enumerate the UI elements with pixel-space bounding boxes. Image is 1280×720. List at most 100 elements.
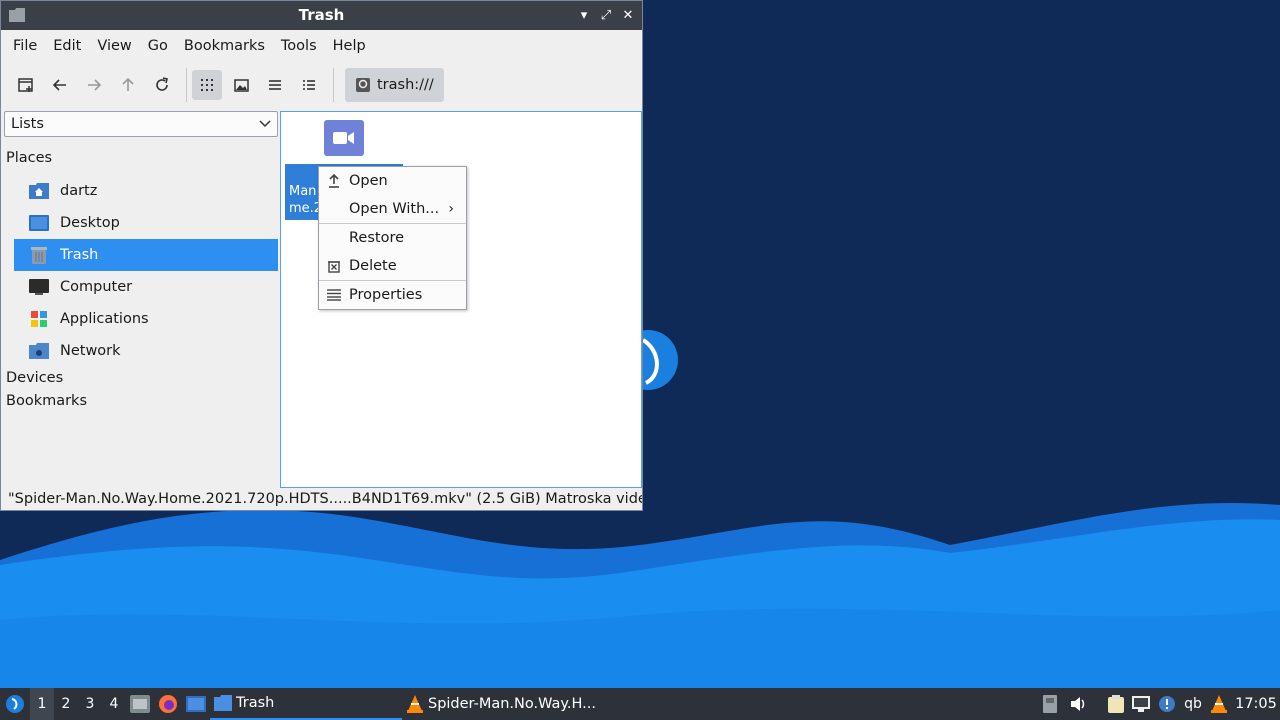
close-button[interactable]: ✕ bbox=[620, 5, 636, 25]
icon-view-icon bbox=[201, 79, 213, 91]
sidebar-item-label: Network bbox=[60, 343, 121, 359]
reload-icon bbox=[156, 77, 168, 91]
tray-item[interactable] bbox=[1064, 688, 1094, 720]
lubuntu-logo-icon bbox=[6, 695, 24, 713]
sidebar-item-computer[interactable]: Computer bbox=[14, 271, 278, 303]
devices-header[interactable]: Devices bbox=[4, 367, 278, 390]
tray-item[interactable] bbox=[1154, 688, 1180, 720]
workspace-1[interactable]: 1 bbox=[30, 688, 54, 720]
detailed-list-view-icon bbox=[303, 80, 315, 90]
detailed-list-view-button[interactable] bbox=[294, 70, 324, 100]
menu-help[interactable]: Help bbox=[325, 38, 374, 54]
thumbnail-view-button[interactable] bbox=[226, 70, 256, 100]
status-bar: "Spider-Man.No.Way.Home.2021.720p.HDTS..… bbox=[8, 491, 642, 507]
network-icon bbox=[29, 343, 49, 359]
chevron-down-icon bbox=[259, 120, 271, 128]
delete-icon bbox=[328, 260, 340, 273]
tray-qbittorrent[interactable]: qb bbox=[1180, 688, 1206, 720]
menu-item-restore[interactable]: Restore bbox=[319, 224, 466, 252]
menu-item-label: Open With... bbox=[349, 201, 440, 217]
forward-button[interactable] bbox=[79, 70, 109, 100]
window-titlebar[interactable]: Trash ▾ ⤢ ✕ bbox=[1, 1, 642, 30]
bookmarks-header[interactable]: Bookmarks bbox=[4, 390, 278, 413]
path-bar-button[interactable]: trash:/// bbox=[345, 68, 444, 102]
menu-item-open-with[interactable]: Open With... › bbox=[319, 195, 466, 223]
forward-arrow-icon bbox=[88, 79, 101, 91]
search-icon bbox=[356, 78, 370, 92]
clipboard-icon bbox=[1108, 695, 1124, 713]
back-arrow-icon bbox=[53, 79, 66, 91]
icon-view-button[interactable] bbox=[192, 70, 222, 100]
system-tray: qb 17:05 bbox=[1036, 688, 1280, 720]
places-header[interactable]: Places bbox=[4, 147, 278, 170]
task-label: Trash bbox=[236, 695, 275, 711]
trash-icon bbox=[31, 247, 47, 264]
menu-view[interactable]: View bbox=[89, 38, 139, 54]
task-trash[interactable]: Trash bbox=[210, 688, 402, 720]
video-file-icon bbox=[324, 120, 364, 156]
applications-icon bbox=[31, 311, 47, 327]
sidebar-item-desktop[interactable]: Desktop bbox=[14, 207, 278, 239]
tray-item[interactable] bbox=[1036, 688, 1064, 720]
computer-icon bbox=[29, 279, 49, 295]
sidebar-item-label: Computer bbox=[60, 279, 133, 295]
start-menu-button[interactable] bbox=[0, 688, 30, 720]
sidebar: Lists Places dartz Desktop Trash Compute… bbox=[4, 111, 278, 413]
menu-item-properties[interactable]: Properties bbox=[319, 281, 466, 309]
taskbar: 1 2 3 4 Trash Spider-Man.No.Way.H... qb … bbox=[0, 688, 1280, 720]
quicklaunch-show-desktop[interactable] bbox=[182, 688, 210, 720]
menu-edit[interactable]: Edit bbox=[45, 38, 89, 54]
sidebar-item-label: Trash bbox=[60, 247, 99, 263]
new-tab-icon bbox=[18, 78, 33, 92]
toolbar-separator bbox=[333, 68, 334, 102]
open-icon bbox=[329, 174, 339, 188]
tray-item[interactable] bbox=[1206, 688, 1232, 720]
sidebar-item-network[interactable]: Network bbox=[14, 335, 278, 367]
workspace-2[interactable]: 2 bbox=[54, 688, 78, 720]
thumbnail-view-icon bbox=[233, 78, 249, 92]
tray-item[interactable] bbox=[1104, 688, 1128, 720]
desktop-icon bbox=[29, 215, 49, 231]
clock[interactable]: 17:05 bbox=[1232, 688, 1280, 720]
quicklaunch-file-manager[interactable] bbox=[126, 688, 154, 720]
sidebar-item-applications[interactable]: Applications bbox=[14, 303, 278, 335]
minimize-button[interactable]: ▾ bbox=[576, 5, 592, 25]
task-label: Spider-Man.No.Way.H... bbox=[428, 696, 596, 712]
menu-file[interactable]: File bbox=[5, 38, 45, 54]
sidebar-mode-value: Lists bbox=[11, 116, 44, 132]
compact-view-icon bbox=[269, 80, 281, 90]
menu-item-open[interactable]: Open bbox=[319, 167, 466, 195]
up-arrow-icon bbox=[122, 78, 134, 91]
sidebar-item-dartz[interactable]: dartz bbox=[14, 175, 278, 207]
menu-item-delete[interactable]: Delete bbox=[319, 252, 466, 280]
compact-view-button[interactable] bbox=[260, 70, 290, 100]
firefox-icon bbox=[159, 695, 177, 713]
menu-tools[interactable]: Tools bbox=[273, 38, 325, 54]
up-button[interactable] bbox=[113, 70, 143, 100]
menu-go[interactable]: Go bbox=[140, 38, 176, 54]
file-manager-icon bbox=[130, 695, 150, 713]
maximize-button[interactable]: ⤢ bbox=[598, 5, 614, 25]
menu-item-label: Delete bbox=[349, 258, 397, 274]
sidebar-item-label: dartz bbox=[60, 183, 98, 199]
vlc-icon bbox=[407, 695, 423, 713]
tray-spacer bbox=[1094, 688, 1104, 720]
workspace-4[interactable]: 4 bbox=[102, 688, 126, 720]
folder-icon bbox=[214, 695, 232, 711]
new-tab-button[interactable] bbox=[11, 70, 41, 100]
back-button[interactable] bbox=[45, 70, 75, 100]
reload-button[interactable] bbox=[147, 70, 177, 100]
toolbar-separator bbox=[186, 68, 187, 102]
quicklaunch-firefox[interactable] bbox=[154, 688, 182, 720]
sidebar-mode-select[interactable]: Lists bbox=[4, 111, 278, 137]
update-notifier-icon bbox=[1159, 696, 1175, 712]
menu-item-label: Open bbox=[349, 173, 388, 189]
context-menu: Open Open With... › Restore Delete Prope… bbox=[318, 166, 467, 310]
workspace-3[interactable]: 3 bbox=[78, 688, 102, 720]
chevron-right-icon: › bbox=[448, 201, 454, 217]
path-text: trash:/// bbox=[377, 77, 434, 93]
tray-item[interactable] bbox=[1128, 688, 1154, 720]
menu-bookmarks[interactable]: Bookmarks bbox=[176, 38, 273, 54]
task-vlc[interactable]: Spider-Man.No.Way.H... bbox=[402, 688, 602, 720]
sidebar-item-trash[interactable]: Trash bbox=[14, 239, 278, 271]
